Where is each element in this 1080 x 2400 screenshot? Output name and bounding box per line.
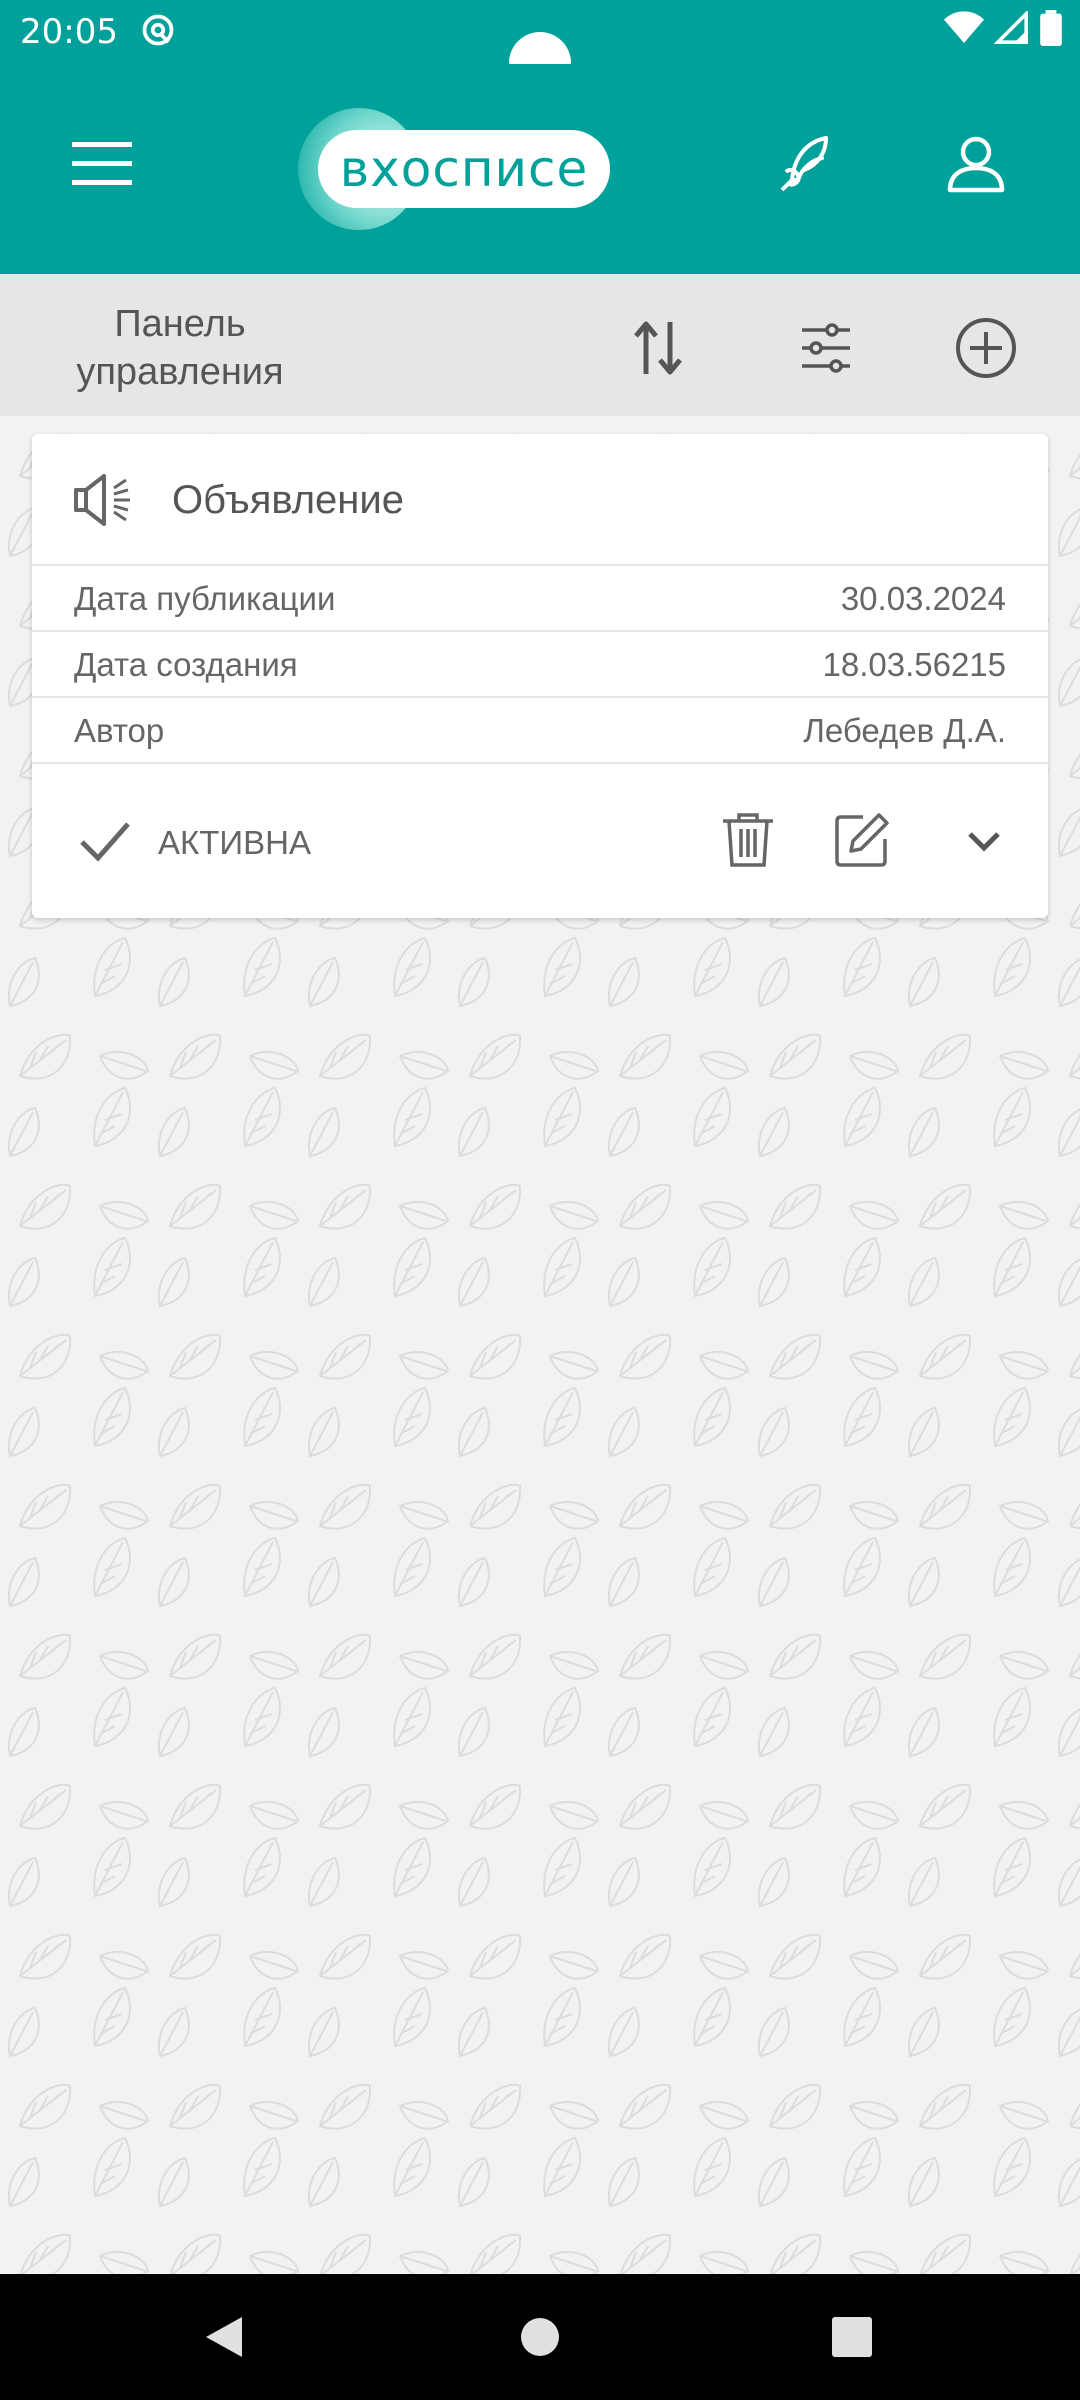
status-indicators [944, 10, 1062, 46]
publication-date-row: Дата публикации 30.03.2024 [32, 566, 1048, 632]
chevron-down-icon [968, 832, 1000, 852]
card-title: Объявление [172, 478, 404, 522]
check-icon [80, 822, 130, 862]
announcement-card[interactable]: Объявление Дата публикации 30.03.2024 Да… [32, 434, 1048, 918]
wifi-icon [944, 11, 984, 43]
card-header: Объявление [32, 434, 1048, 566]
creation-date-value: 18.03.56215 [822, 646, 1006, 683]
quill-icon [780, 136, 828, 192]
nav-recents-button[interactable] [826, 2311, 878, 2363]
add-button[interactable] [948, 310, 1024, 386]
control-toolbar: Панель управления [0, 274, 1080, 416]
battery-icon [1040, 10, 1062, 46]
logo-text: вхосписе [318, 130, 610, 208]
filter-button[interactable] [788, 310, 864, 386]
status-label: АКТИВНА [158, 824, 311, 861]
edit-icon [835, 813, 889, 867]
nav-home-button[interactable] [514, 2311, 566, 2363]
sync-icon [142, 14, 174, 46]
expand-button[interactable] [952, 808, 1016, 872]
home-icon [521, 2318, 559, 2356]
add-circle-icon [956, 318, 1016, 378]
menu-button[interactable] [62, 124, 142, 204]
system-nav-bar [0, 2274, 1080, 2400]
edit-button[interactable] [830, 808, 894, 872]
quill-button[interactable] [768, 124, 848, 204]
filter-icon [802, 323, 850, 373]
recents-icon [832, 2317, 872, 2357]
trash-icon [723, 813, 773, 867]
back-icon [206, 2317, 242, 2357]
creation-date-label: Дата создания [74, 646, 298, 683]
author-value: Лебедев Д.А. [803, 712, 1006, 749]
nav-back-button[interactable] [198, 2311, 250, 2363]
sort-icon [634, 321, 682, 375]
profile-button[interactable] [936, 124, 1016, 204]
cell-signal-icon [994, 11, 1028, 44]
menu-icon [72, 142, 132, 185]
delete-button[interactable] [716, 808, 780, 872]
app-bar: вхосписе [0, 64, 1080, 274]
sort-button[interactable] [620, 310, 696, 386]
author-row: Автор Лебедев Д.А. [32, 698, 1048, 764]
toolbar-title: Панель управления [76, 303, 284, 393]
app-logo[interactable]: вхосписе [298, 108, 614, 230]
creation-date-row: Дата создания 18.03.56215 [32, 632, 1048, 698]
author-label: Автор [74, 712, 165, 749]
profile-icon [947, 136, 1005, 193]
megaphone-icon [74, 474, 130, 526]
publication-date-value: 30.03.2024 [840, 580, 1006, 617]
card-footer: АКТИВНА [32, 764, 1048, 916]
publication-date-label: Дата публикации [74, 580, 336, 617]
status-time: 20:05 [20, 12, 118, 52]
